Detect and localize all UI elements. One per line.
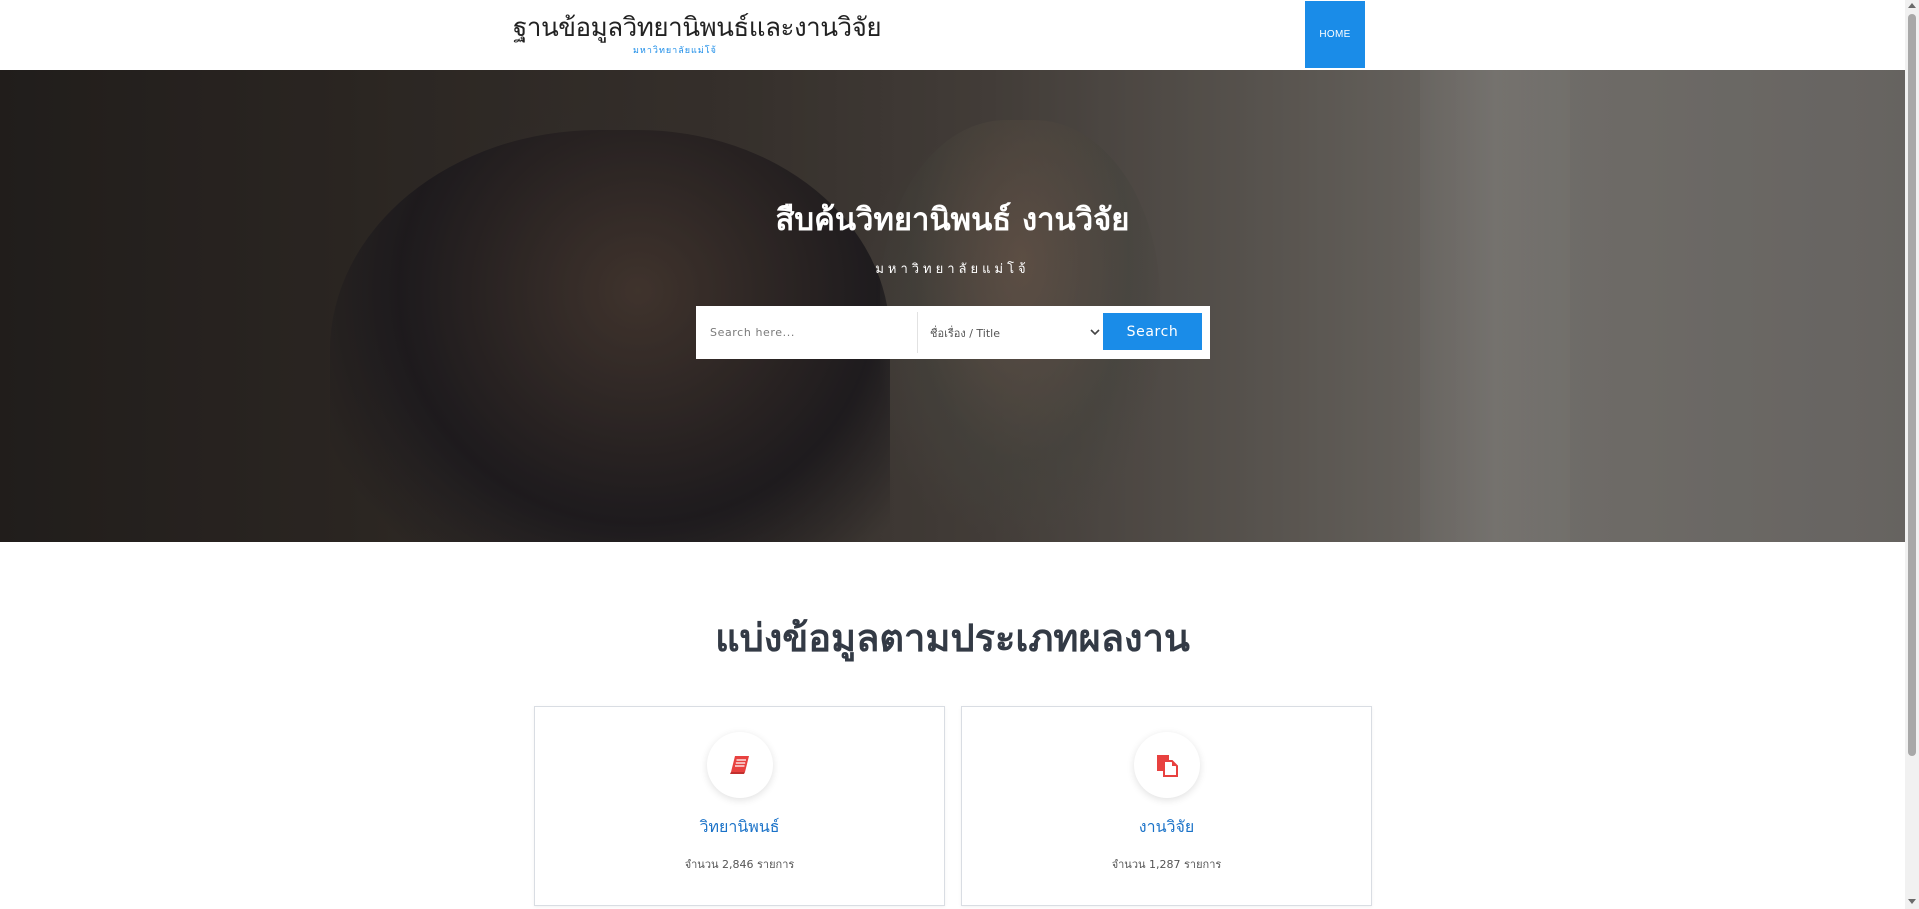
hero-title: สืบค้นวิทยานิพนธ์ งานวิจัย xyxy=(775,202,1130,238)
card-count: จำนวน 2,846 รายการ xyxy=(684,858,795,871)
card-title[interactable]: วิทยานิพนธ์ xyxy=(535,815,944,840)
scrollbar-thumb[interactable] xyxy=(1908,14,1916,756)
book-icon xyxy=(730,756,749,774)
search-field-select[interactable]: ชื่อเรื่อง / Title xyxy=(926,314,1101,352)
brand-subtitle: มหาวิทยาลัยแม่โจ้ xyxy=(633,46,717,56)
nav-home-link[interactable]: HOME xyxy=(1305,1,1365,68)
brand-title: ฐานข้อมูลวิทยานิพนธ์และงานวิจัย xyxy=(513,13,882,43)
search-form: ชื่อเรื่อง / Title Search xyxy=(696,306,1210,359)
brand-logo[interactable]: ฐานข้อมูลวิทยานิพนธ์และงานวิจัย มหาวิทยา… xyxy=(513,12,882,56)
card-title[interactable]: งานวิจัย xyxy=(962,815,1371,840)
navbar: ฐานข้อมูลวิทยานิพนธ์และงานวิจัย มหาวิทยา… xyxy=(0,0,1905,70)
section-title: แบ่งข้อมูลตามประเภทผลงาน xyxy=(715,616,1190,660)
vertical-scrollbar[interactable] xyxy=(1905,0,1919,909)
search-divider xyxy=(917,312,918,353)
chevron-down-icon xyxy=(1090,329,1100,336)
card-icon-badge xyxy=(707,732,773,798)
scroll-up-arrow-icon[interactable] xyxy=(1908,3,1916,8)
search-input[interactable] xyxy=(704,312,914,352)
category-card-research[interactable]: งานวิจัย จำนวน 1,287 รายการ xyxy=(961,706,1372,906)
search-button[interactable]: Search xyxy=(1103,313,1202,350)
hero-banner: สืบค้นวิทยานิพนธ์ งานวิจัย มหาวิทยาลัยแม… xyxy=(0,70,1905,542)
card-icon-badge xyxy=(1134,732,1200,798)
hero-subtitle: มหาวิทยาลัยแม่โจ้ xyxy=(875,262,1030,277)
documents-icon xyxy=(1157,755,1178,777)
card-count: จำนวน 1,287 รายการ xyxy=(1111,858,1222,871)
page: ฐานข้อมูลวิทยานิพนธ์และงานวิจัย มหาวิทยา… xyxy=(0,0,1919,909)
scroll-down-arrow-icon[interactable] xyxy=(1908,899,1916,904)
category-card-thesis[interactable]: วิทยานิพนธ์ จำนวน 2,846 รายการ xyxy=(534,706,945,906)
